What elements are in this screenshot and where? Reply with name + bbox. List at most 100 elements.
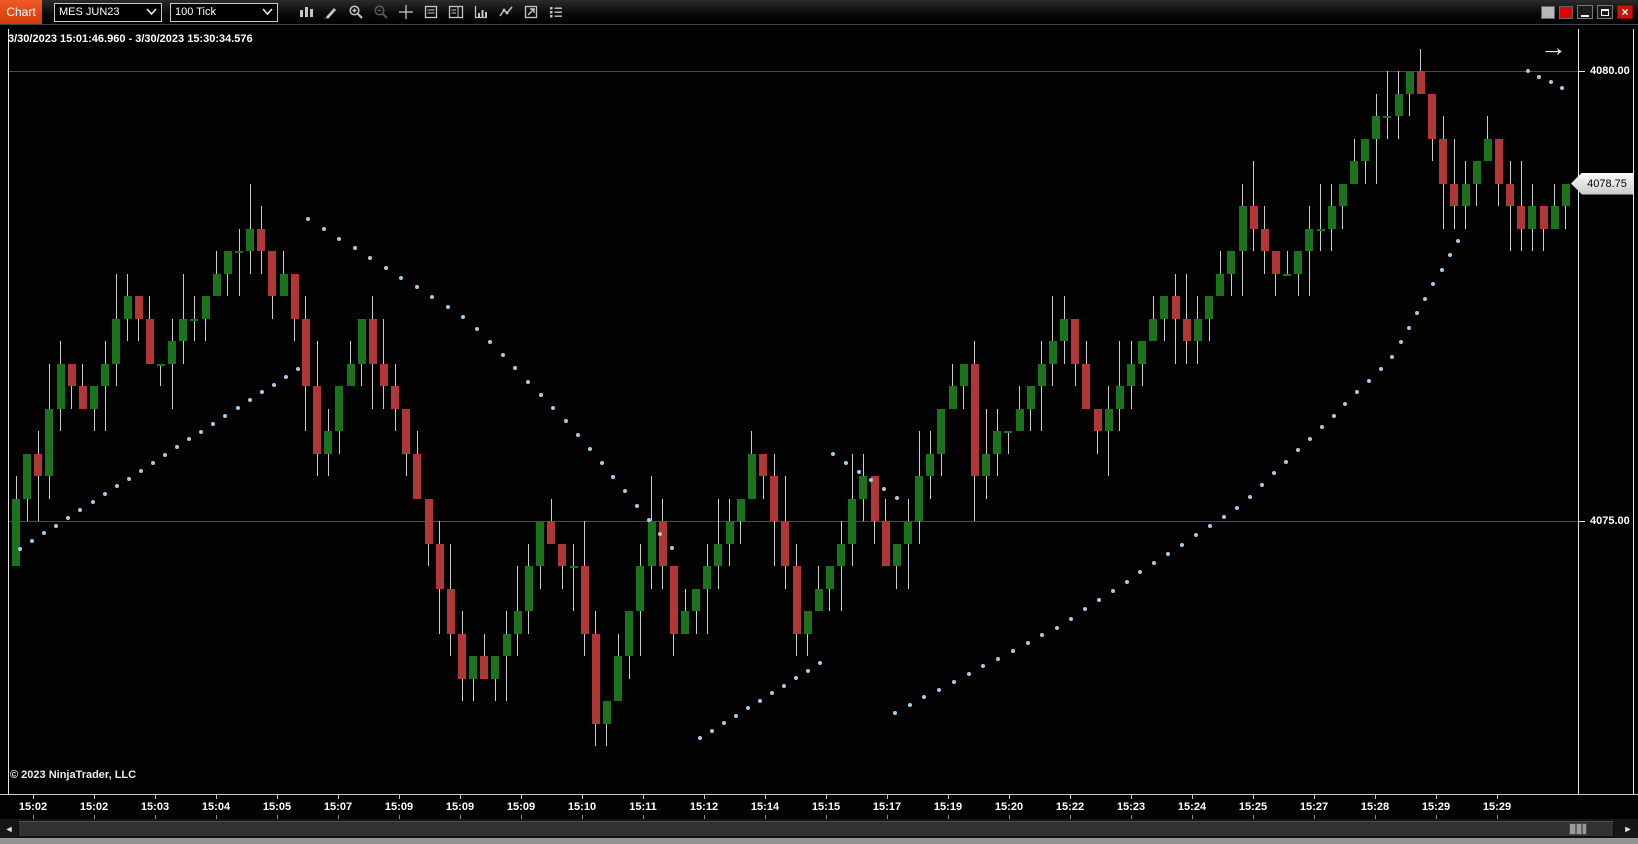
psar-dot: [576, 433, 580, 437]
candle-body: [1049, 341, 1057, 364]
time-axis-tick: [582, 794, 583, 799]
psar-dot: [91, 500, 95, 504]
psar-dot: [1026, 641, 1030, 645]
candle-body: [1339, 184, 1347, 207]
scroll-right-icon[interactable]: ►: [1621, 821, 1635, 837]
time-axis-tick: [521, 794, 522, 799]
horizontal-scrollbar[interactable]: ◄ ►: [0, 818, 1638, 838]
time-axis-label: 15:04: [194, 800, 238, 814]
candle-body: [1528, 206, 1536, 229]
candle-body: [313, 386, 321, 454]
psar-dot: [1166, 552, 1170, 556]
time-axis-tick: [643, 815, 644, 819]
candle-body: [1361, 139, 1369, 162]
candle-wick: [1309, 206, 1310, 296]
candle-body: [1250, 206, 1258, 229]
strategies-icon[interactable]: [519, 2, 542, 22]
chart-canvas[interactable]: 3/30/2023 15:01:46.960 - 3/30/2023 15:30…: [0, 24, 1638, 818]
candle-body: [101, 364, 109, 387]
candle-body: [90, 386, 98, 409]
time-axis-tick: [1070, 794, 1071, 799]
minimize-button[interactable]: [1577, 5, 1593, 19]
candle-wick: [1108, 386, 1109, 476]
scrollbar-resize-grip[interactable]: [1569, 823, 1587, 835]
indicators-icon[interactable]: [469, 2, 492, 22]
price-axis-border: [1578, 29, 1579, 794]
psar-dot: [1549, 80, 1553, 84]
candle-body: [436, 544, 444, 589]
candle-body: [124, 296, 132, 319]
psar-dot: [1355, 390, 1359, 394]
time-axis-tick: [1192, 794, 1193, 799]
candle-body: [291, 274, 299, 319]
psar-dot: [399, 276, 403, 280]
chart-style-icon[interactable]: [294, 2, 317, 22]
scroll-left-icon[interactable]: ◄: [2, 821, 16, 837]
data-series-icon[interactable]: [494, 2, 517, 22]
candle-body: [246, 229, 254, 252]
psar-dot: [1260, 483, 1264, 487]
psar-dot: [475, 327, 479, 331]
psar-dot: [1138, 570, 1142, 574]
candle-body: [57, 364, 65, 409]
time-axis-tick: [948, 815, 949, 819]
candle-body: [1261, 229, 1269, 252]
scrollbar-thumb[interactable]: [18, 821, 1614, 837]
psar-dot: [163, 453, 167, 457]
candle-body: [157, 364, 165, 366]
time-axis-label: 15:24: [1170, 800, 1214, 814]
interval-link-button[interactable]: [1559, 6, 1573, 19]
time-axis-tick: [1253, 794, 1254, 799]
candle-body: [302, 319, 310, 387]
psar-dot: [794, 676, 798, 680]
maximize-button[interactable]: [1597, 5, 1613, 19]
instrument-link-button[interactable]: [1541, 6, 1555, 19]
candle-body: [770, 476, 778, 521]
psar-dot: [895, 496, 899, 500]
toolbar-icon-row: [294, 2, 569, 22]
psar-dot: [1526, 69, 1530, 73]
candle-body: [380, 364, 388, 387]
chart-trader-icon[interactable]: [444, 2, 467, 22]
close-button[interactable]: ×: [1617, 5, 1633, 19]
candle-wick: [1510, 161, 1511, 251]
candle-body: [491, 656, 499, 679]
candle-body: [726, 521, 734, 544]
candle-body: [23, 454, 31, 499]
tab-chart[interactable]: Chart: [0, 0, 42, 24]
crosshair-icon[interactable]: [394, 2, 417, 22]
time-axis-tick: [1070, 815, 1071, 819]
candle-wick: [1320, 184, 1321, 252]
go-to-last-bar-icon[interactable]: →: [1540, 33, 1567, 61]
psar-dot: [1367, 379, 1371, 383]
psar-dot: [461, 315, 465, 319]
candle-body: [648, 521, 656, 566]
candle-body: [915, 476, 923, 521]
time-axis-label: 15:23: [1109, 800, 1153, 814]
candle-body: [1283, 274, 1291, 276]
time-axis-line: [0, 794, 1638, 795]
gridline: [8, 71, 1578, 72]
time-axis-label: 15:10: [560, 800, 604, 814]
candle-wick: [239, 229, 240, 297]
candle-body: [503, 634, 511, 657]
zoom-out-icon[interactable]: [369, 2, 392, 22]
data-box-icon[interactable]: [419, 2, 442, 22]
psar-dot: [967, 672, 971, 676]
candle-body: [268, 251, 276, 296]
time-axis-tick: [1253, 815, 1254, 819]
properties-icon[interactable]: [544, 2, 567, 22]
zoom-in-icon[interactable]: [344, 2, 367, 22]
psar-dot: [996, 657, 1000, 661]
psar-dot: [1083, 607, 1087, 611]
time-axis-tick: [887, 794, 888, 799]
instrument-selector[interactable]: MES JUN23: [54, 3, 162, 22]
candle-body: [1372, 116, 1380, 139]
candle-body: [937, 409, 945, 454]
drawing-tools-icon[interactable]: [319, 2, 342, 22]
interval-selector[interactable]: 100 Tick: [170, 3, 278, 22]
candle-body: [592, 634, 600, 724]
psar-dot: [54, 524, 58, 528]
psar-dot: [103, 492, 107, 496]
time-axis-tick: [277, 815, 278, 819]
